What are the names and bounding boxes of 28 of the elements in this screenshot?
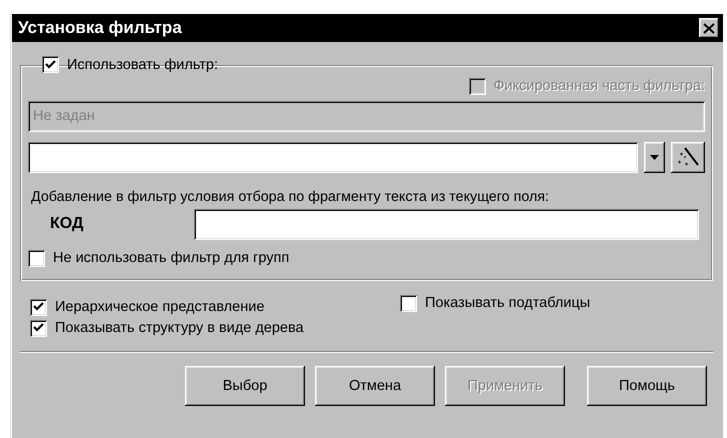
close-icon <box>703 22 715 34</box>
dialog-button[interactable]: Отмена <box>315 366 435 406</box>
checkbox[interactable] <box>42 56 59 73</box>
checkbox[interactable] <box>28 250 45 266</box>
window-title: Установка фильтра <box>18 18 182 38</box>
dialog-button[interactable]: Помощь <box>587 366 707 406</box>
check-icon <box>45 60 56 70</box>
dropdown-button[interactable] <box>644 142 665 172</box>
checkbox-label: Показывать структуру в виде дерева <box>55 320 304 336</box>
condition-field[interactable] <box>28 142 638 172</box>
checkbox[interactable] <box>400 294 417 312</box>
checkbox[interactable] <box>30 298 47 316</box>
checkbox-label: Иерархическое представление <box>55 299 264 315</box>
wand-button[interactable] <box>671 142 705 172</box>
close-button[interactable] <box>699 18 719 38</box>
checkbox-label: Показывать подтаблицы <box>425 295 590 311</box>
checkbox-label: Фиксированная часть фильтра: <box>494 78 705 94</box>
fragment-caption: Добавление в фильтр условия отбора по фрагменту текста из текущего поля: <box>31 188 550 204</box>
dropdown-arrow-icon <box>650 154 659 160</box>
magic-wand-icon <box>676 146 700 168</box>
code-field[interactable] <box>194 208 699 240</box>
dialog-button[interactable]: Выбор <box>185 366 305 406</box>
checkbox[interactable] <box>30 320 47 336</box>
checkbox-label: Использовать фильтр: <box>67 56 218 72</box>
checkbox-label: Не использовать фильтр для групп <box>53 250 290 266</box>
field-label: КОД <box>49 215 84 233</box>
check-icon <box>33 302 44 312</box>
check-icon <box>33 323 44 333</box>
